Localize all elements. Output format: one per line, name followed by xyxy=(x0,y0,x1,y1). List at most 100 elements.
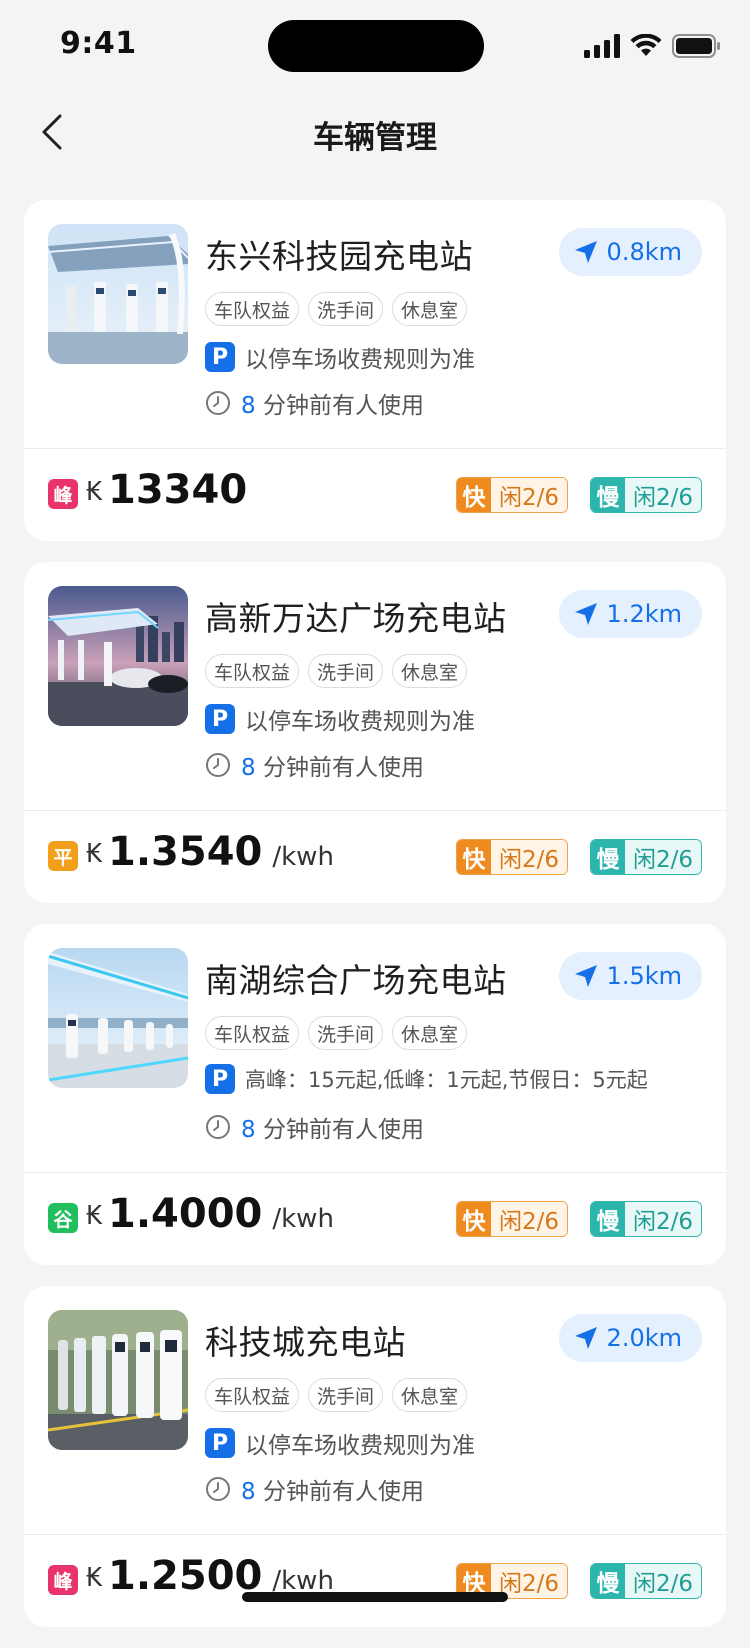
tag: 洗手间 xyxy=(308,292,384,326)
price-value: 1.4000 xyxy=(108,1191,263,1237)
parking-icon: P xyxy=(205,1428,235,1458)
tag: 休息室 xyxy=(392,654,468,688)
slow-charger-status: 慢 闲2/6 xyxy=(589,477,702,513)
currency-symbol: ₭ xyxy=(86,1563,103,1593)
period-badge: 平 xyxy=(48,841,78,871)
usage-info: 8 分钟前有人使用 xyxy=(205,748,424,782)
navigation-arrow-icon xyxy=(574,965,597,987)
clock-icon xyxy=(206,753,230,777)
slow-availability: 闲2/6 xyxy=(624,840,701,874)
fast-label: 快 xyxy=(456,1202,491,1236)
parking-text: 以停车场收费规则为准 xyxy=(245,709,475,735)
status-icons xyxy=(584,32,720,60)
fast-charger-status: 快 闲2/6 xyxy=(455,477,568,513)
station-name: 南湖综合广场充电站 xyxy=(205,961,507,1000)
fast-charger-status: 快 闲2/6 xyxy=(455,839,568,875)
station-name: 高新万达广场充电站 xyxy=(205,599,507,638)
usage-count: 8 xyxy=(241,755,256,781)
clock-icon xyxy=(206,391,230,415)
distance-value: 1.2km xyxy=(606,600,682,628)
status-time: 9:41 xyxy=(60,26,137,61)
distance-value: 2.0km xyxy=(606,1324,682,1352)
usage-text: 分钟前有人使用 xyxy=(262,1479,424,1505)
home-indicator xyxy=(242,1592,508,1602)
distance-button[interactable]: 0.8km xyxy=(558,228,702,276)
station-image xyxy=(48,948,188,1088)
parking-icon: P xyxy=(205,342,235,372)
fast-availability: 闲2/6 xyxy=(490,1202,567,1236)
amenity-tags: 车队权益 洗手间 休息室 xyxy=(205,654,468,688)
slow-label: 慢 xyxy=(590,1564,625,1598)
tag: 车队权益 xyxy=(205,292,300,326)
slow-label: 慢 xyxy=(590,840,625,874)
clock-icon xyxy=(206,1115,230,1139)
tag: 车队权益 xyxy=(205,1016,300,1050)
station-list: 东兴科技园充电站 0.8km 车队权益 洗手间 休息室 P 以停车场收费规则为准 xyxy=(24,200,726,1648)
parking-info: P 以停车场收费规则为准 xyxy=(205,340,475,374)
navigation-arrow-icon xyxy=(574,241,597,263)
currency-symbol: ₭ xyxy=(86,1201,103,1231)
station-card[interactable]: 高新万达广场充电站 1.2km 车队权益 洗手间 休息室 P 以停车场收费规则为… xyxy=(24,562,726,903)
tag: 休息室 xyxy=(392,292,468,326)
price-value: 1.2500 xyxy=(108,1553,263,1599)
usage-count: 8 xyxy=(241,1117,256,1143)
currency-symbol: ₭ xyxy=(86,839,103,869)
amenity-tags: 车队权益 洗手间 休息室 xyxy=(205,1378,468,1412)
amenity-tags: 车队权益 洗手间 休息室 xyxy=(205,1016,468,1050)
price-row: 1.3540 /kwh xyxy=(108,829,334,875)
slow-charger-status: 慢 闲2/6 xyxy=(589,1201,702,1237)
usage-info: 8 分钟前有人使用 xyxy=(205,386,424,420)
usage-info: 8 分钟前有人使用 xyxy=(205,1110,424,1144)
tag: 洗手间 xyxy=(308,1016,384,1050)
tag: 车队权益 xyxy=(205,654,300,688)
slow-charger-status: 慢 闲2/6 xyxy=(589,839,702,875)
price-value: 1.3540 xyxy=(108,829,263,875)
usage-text: 分钟前有人使用 xyxy=(262,1117,424,1143)
tag: 休息室 xyxy=(392,1378,468,1412)
distance-value: 1.5km xyxy=(606,962,682,990)
amenity-tags: 车队权益 洗手间 休息室 xyxy=(205,292,468,326)
parking-info: P 以停车场收费规则为准 xyxy=(205,1426,475,1460)
station-card[interactable]: 东兴科技园充电站 0.8km 车队权益 洗手间 休息室 P 以停车场收费规则为准 xyxy=(24,200,726,541)
tag: 休息室 xyxy=(392,1016,468,1050)
slow-availability: 闲2/6 xyxy=(624,1202,701,1236)
parking-text: 高峰：15元起,低峰：1元起,节假日：5元起 xyxy=(245,1068,648,1092)
distance-button[interactable]: 1.2km xyxy=(558,590,702,638)
period-badge: 峰 xyxy=(48,479,78,509)
price-unit: /kwh xyxy=(272,1204,334,1234)
parking-icon: P xyxy=(205,1064,235,1094)
battery-icon xyxy=(672,34,720,58)
slow-label: 慢 xyxy=(590,478,625,512)
navigation-arrow-icon xyxy=(574,603,597,625)
nav-bar: 车辆管理 xyxy=(0,96,750,168)
usage-text: 分钟前有人使用 xyxy=(262,755,424,781)
tag: 洗手间 xyxy=(308,654,384,688)
wifi-icon xyxy=(630,34,662,56)
period-badge: 峰 xyxy=(48,1565,78,1595)
fast-availability: 闲2/6 xyxy=(490,478,567,512)
usage-info: 8 分钟前有人使用 xyxy=(205,1472,424,1506)
slow-availability: 闲2/6 xyxy=(624,1564,701,1598)
price-row: 1.4000 /kwh xyxy=(108,1191,334,1237)
dynamic-island xyxy=(268,20,484,72)
status-bar: 9:41 xyxy=(0,0,750,90)
fast-label: 快 xyxy=(456,840,491,874)
page-title: 车辆管理 xyxy=(313,120,437,156)
clock-icon xyxy=(206,1477,230,1501)
distance-button[interactable]: 2.0km xyxy=(558,1314,702,1362)
price-unit: /kwh xyxy=(272,842,334,872)
station-card[interactable]: 南湖综合广场充电站 1.5km 车队权益 洗手间 休息室 P 高峰：15元起,低… xyxy=(24,924,726,1265)
usage-text: 分钟前有人使用 xyxy=(262,393,424,419)
station-image xyxy=(48,224,188,364)
parking-text: 以停车场收费规则为准 xyxy=(245,1433,475,1459)
price-value: 13340 xyxy=(108,467,248,513)
price-row: 13340 xyxy=(108,467,257,513)
usage-count: 8 xyxy=(241,393,256,419)
tag: 车队权益 xyxy=(205,1378,300,1412)
slow-charger-status: 慢 闲2/6 xyxy=(589,1563,702,1599)
parking-info: P 高峰：15元起,低峰：1元起,节假日：5元起 xyxy=(205,1064,648,1094)
station-card[interactable]: 科技城充电站 2.0km 车队权益 洗手间 休息室 P 以停车场收费规则为准 8… xyxy=(24,1286,726,1627)
distance-button[interactable]: 1.5km xyxy=(558,952,702,1000)
fast-availability: 闲2/6 xyxy=(490,840,567,874)
distance-value: 0.8km xyxy=(606,238,682,266)
